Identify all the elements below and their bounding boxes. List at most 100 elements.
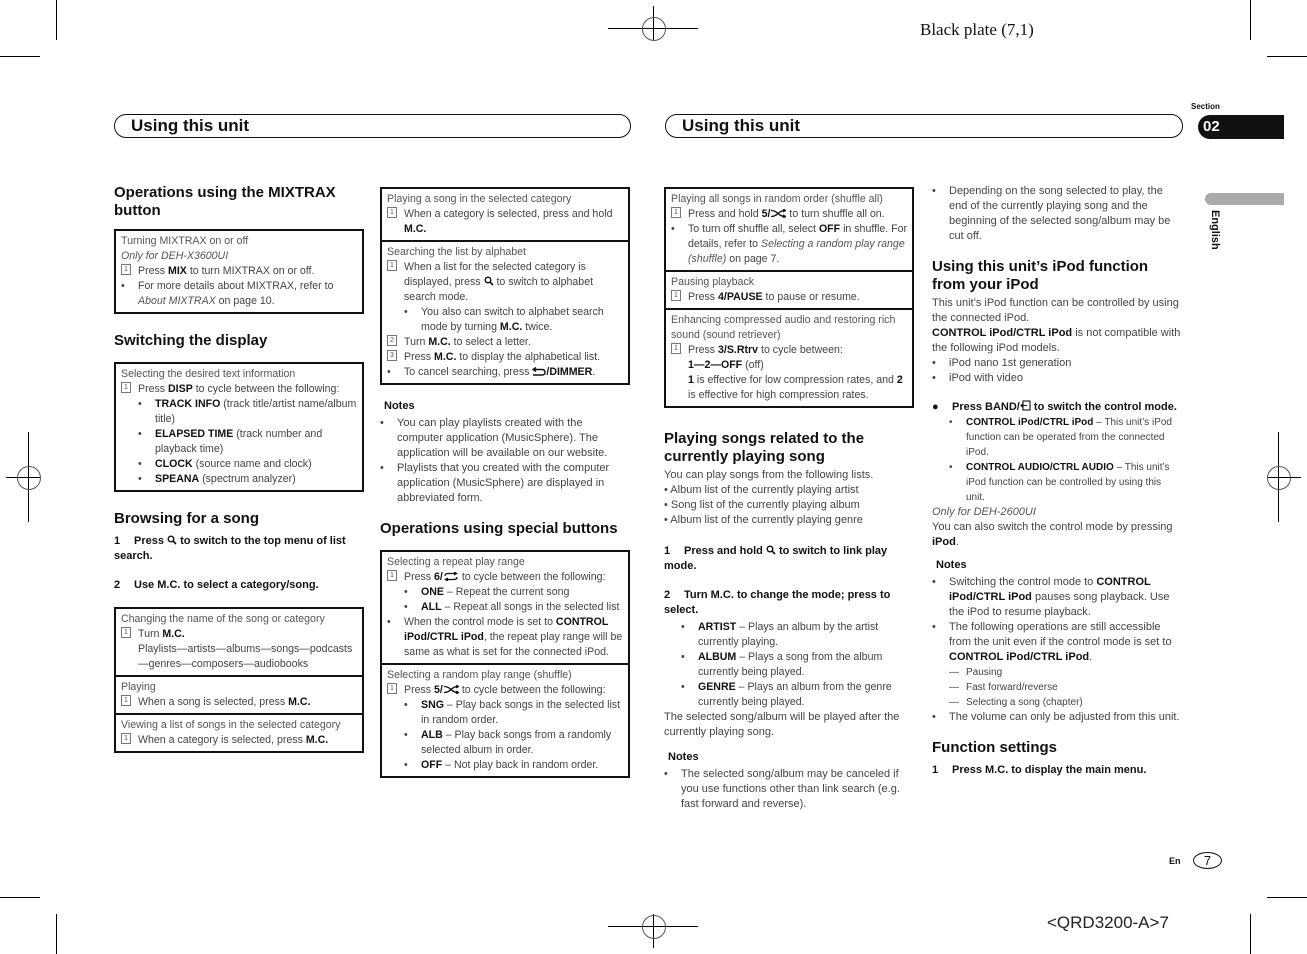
bullet-icon: •	[681, 621, 685, 633]
step-number-icon: 1	[121, 695, 131, 706]
column-4: • Depending on the song selected to play,…	[932, 184, 1182, 792]
note-item: • The selected song/album may be canceled…	[664, 768, 900, 810]
box-title: Viewing a list of songs in the selected …	[121, 719, 341, 731]
language-tab: English	[1209, 210, 1221, 250]
shuffle-icon	[443, 684, 460, 695]
column-3: Playing all songs in random order (shuff…	[664, 187, 914, 812]
procedure-step: 1 Press and hold to switch to link play m…	[664, 545, 888, 572]
procedure-step: 2 Turn M.C. to change the mode; press to …	[664, 589, 891, 616]
box-title: Selecting a repeat play range	[387, 556, 525, 568]
heading-special-buttons: Operations using special buttons	[380, 520, 618, 537]
crop-mark	[1250, 0, 1251, 40]
crop-mark	[56, 0, 57, 40]
bullet-icon: •	[404, 759, 408, 771]
bullet-icon: •	[387, 366, 391, 378]
step-number-icon: 1	[387, 207, 397, 218]
step-item: 1 Press 5/ to cycle between the following…	[387, 683, 624, 698]
ipod-model-item: • iPod with video	[932, 372, 1023, 384]
heading-browsing: Browsing for a song	[114, 510, 260, 527]
procedure-step: 1 Press to switch to the top menu of list…	[114, 535, 346, 562]
step-item: 2 Turn M.C. to select a letter.	[387, 335, 624, 350]
accessible-operation-item: — Fast forward/reverse	[949, 682, 1058, 693]
registration-circle	[1267, 466, 1291, 490]
heading-link-play: Playing songs related to the currently p…	[664, 430, 865, 465]
link-mode-item-list: • ARTIST – Plays an album by the artist c…	[664, 620, 914, 710]
model-note: Only for DEH-2600UI	[932, 506, 1036, 518]
crop-mark	[1250, 914, 1251, 954]
band-step: ● Press BAND/ to switch the control mode.	[932, 400, 1177, 413]
link-intro: You can play songs from the following li…	[664, 469, 874, 481]
bullet-icon: •	[932, 621, 936, 633]
bullet-icon: •	[138, 398, 142, 410]
step-number: 1	[664, 545, 671, 557]
step-number: 1	[114, 535, 121, 547]
box-title: Playing	[121, 681, 156, 693]
bullet-icon: •	[681, 681, 685, 693]
section-tab: 02	[1198, 115, 1284, 139]
bullet-icon: •	[404, 601, 408, 613]
bullet-icon: •	[671, 223, 675, 235]
section-label: Section	[1191, 102, 1220, 111]
box-title: Selecting the desired text information	[121, 368, 296, 380]
bullet-icon: •	[380, 462, 384, 474]
accessible-operation-item: — Pausing	[949, 667, 1003, 678]
bullet-icon: •	[404, 586, 408, 598]
band-return-icon	[1020, 400, 1031, 411]
crop-mark	[56, 914, 57, 954]
bullet-icon: •	[932, 372, 936, 384]
step-item: 1 Press and hold 5/ to turn shuffle all o…	[671, 207, 908, 222]
repeat-box: Selecting a repeat play range 1 Press 6/ …	[380, 550, 630, 665]
bullet-icon: •	[949, 417, 953, 428]
step-item: 3 Press M.C. to display the alphabetical …	[387, 350, 624, 365]
accessible-operation-item: — Selecting a song (chapter)	[949, 697, 1083, 708]
procedure-steps: 1 Press and hold to switch to link play m…	[664, 544, 914, 618]
header-title-right: Using this unit	[682, 116, 801, 135]
notes-heading: Notes	[384, 400, 415, 412]
footer-lang-code: En	[1169, 856, 1181, 866]
note-item: • Depending on the song selected to play,…	[932, 185, 1171, 242]
shuffle-icon	[771, 208, 788, 219]
registration-circle	[642, 17, 666, 41]
header-bar-right: Using this unit	[665, 114, 1183, 138]
bullet-icon: •	[138, 458, 142, 470]
step-number-icon: 1	[387, 570, 397, 581]
box-title: Selecting a random play range (shuffle)	[387, 669, 572, 681]
step-number-icon: 1	[121, 382, 131, 393]
note-item: • The following operations are still acce…	[932, 621, 1172, 663]
note-item: • Switching the control mode to CONTROL i…	[932, 576, 1170, 618]
link-list-item: • Album list of the currently playing ar…	[664, 484, 859, 496]
back-dimmer-icon	[532, 366, 547, 376]
bullet-icon: •	[138, 473, 142, 485]
link-list-item: • Song list of the currently playing alb…	[664, 499, 860, 511]
ipod-model-item: • iPod nano 1st generation	[932, 357, 1072, 369]
box-title: Playing all songs in random order (shuff…	[671, 193, 883, 205]
step-item: 1 When a list for the selected category i…	[387, 260, 624, 305]
step-item: 1 Press MIX to turn MIXTRAX on or off.	[121, 264, 358, 279]
control-mode-item: • CONTROL iPod/CTRL iPod – This unit’s iP…	[949, 417, 1172, 458]
bullet-icon: •	[380, 417, 384, 429]
page-number: 7	[1193, 852, 1222, 869]
crop-mark	[0, 897, 40, 898]
bullet-item: • For more details about MIXTRAX, refer t…	[121, 280, 334, 307]
dash-icon: —	[949, 697, 959, 708]
crop-mark	[1267, 56, 1307, 57]
option-item: • TRACK INFO (track title/artist name/alb…	[138, 398, 357, 425]
procedure-step: 2 Use M.C. to select a category/song.	[114, 579, 319, 591]
step-bullet-icon: ●	[932, 401, 939, 413]
bullet-icon: •	[681, 651, 685, 663]
procedure-step: 1 Press M.C. to display the main menu.	[932, 764, 1147, 776]
box-title: Enhancing compressed audio and restoring…	[671, 314, 896, 341]
step-number: 1	[932, 764, 939, 776]
column-1: Operations using the MIXTRAX button Turn…	[114, 184, 364, 753]
option-item-list: • SNG – Play back songs in the selected l…	[387, 698, 624, 773]
shuffle-box: Selecting a random play range (shuffle) …	[380, 665, 630, 778]
step-number: 2	[114, 579, 121, 591]
step-item: 1 When a song is selected, press M.C.	[121, 695, 358, 710]
bullet-item: • When the control mode is set to CONTROL…	[387, 616, 623, 658]
link-mode-item: • ALBUM – Plays a song from the album cur…	[681, 651, 883, 678]
bullet-icon: •	[387, 616, 391, 628]
accessible-operation-item-list: — Pausing — Fast forward/reverse — Selecting …	[932, 665, 1182, 710]
option-item: • ALB – Play back songs from a randomly s…	[404, 729, 612, 756]
link-mode-item: • ARTIST – Plays an album by the artist c…	[681, 621, 879, 648]
option-item: • ONE – Repeat the current song	[404, 586, 570, 598]
